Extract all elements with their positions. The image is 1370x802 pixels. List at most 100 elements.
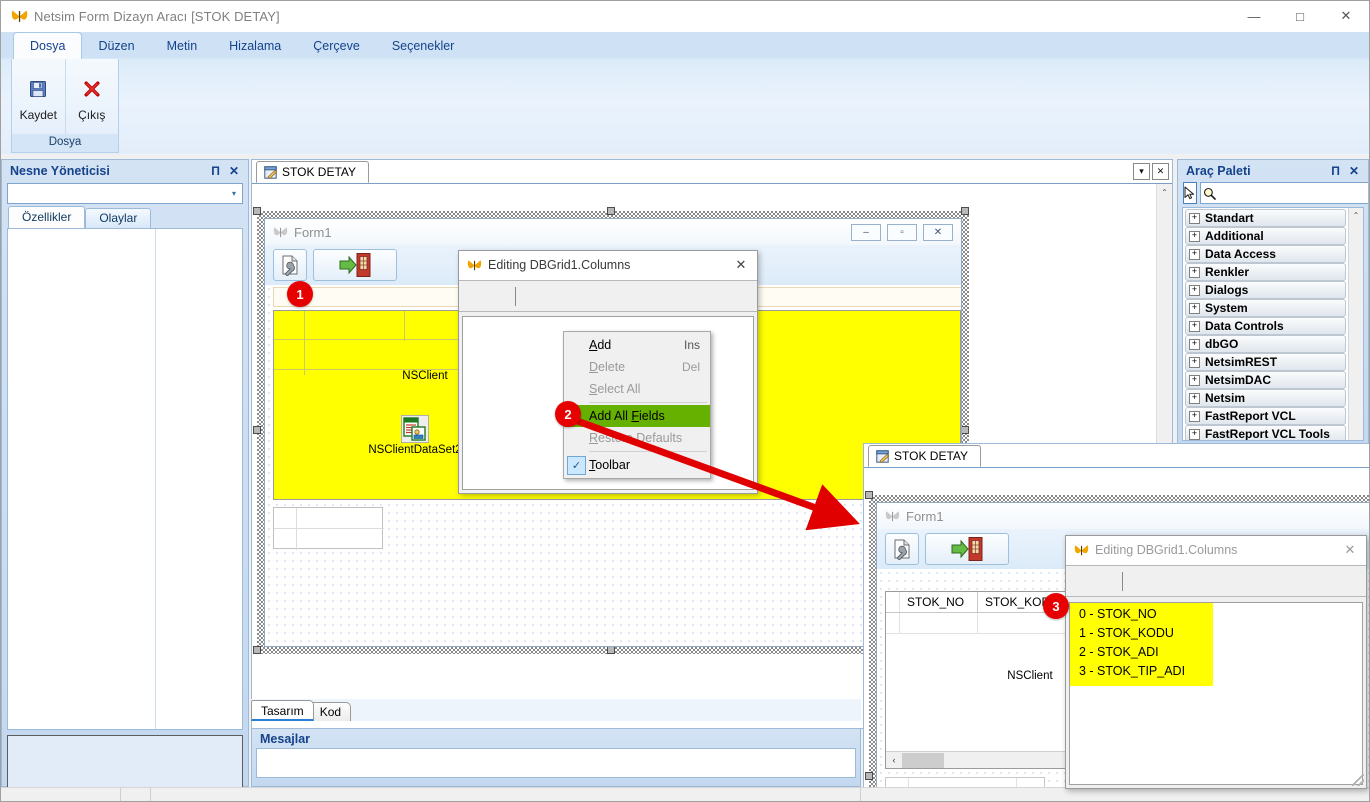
ribbon-tab-secenekler[interactable]: Seçenekler [376, 34, 471, 59]
list-item[interactable]: 1 - STOK_KODU [1070, 624, 1213, 643]
close-button[interactable]: ✕ [1323, 1, 1369, 32]
menu-item-add[interactable]: Add Ins [564, 334, 710, 356]
resize-handle-e[interactable] [961, 426, 969, 434]
object-selector-input[interactable] [8, 185, 226, 202]
close-icon[interactable]: ✕ [1334, 536, 1366, 565]
settings-page-button[interactable] [885, 533, 919, 565]
resize-handle-nw[interactable] [865, 491, 873, 499]
resize-handle-s[interactable] [607, 646, 615, 654]
pin-icon[interactable]: Π [211, 164, 220, 178]
tab-close-button[interactable]: ✕ [1152, 162, 1169, 180]
expand-plus-icon[interactable]: + [1189, 230, 1200, 242]
dbgrid-column-header[interactable]: STOK_NO [900, 592, 978, 612]
settings-page-button[interactable] [273, 249, 307, 281]
dialog1-toolbar[interactable] [459, 280, 757, 312]
menu-item-select-all[interactable]: Select All [564, 378, 710, 400]
expand-plus-icon[interactable]: + [1189, 320, 1200, 332]
scroll-up-icon[interactable]: ⌃ [1349, 208, 1363, 223]
palette-category-data-access[interactable]: + Data Access [1185, 245, 1346, 263]
menu-item-toolbar[interactable]: ✓ Toolbar [564, 454, 710, 476]
form-minimize-button[interactable]: – [851, 223, 881, 241]
expand-plus-icon[interactable]: + [1189, 284, 1200, 296]
component-nsclient-partial[interactable]: NSClient [390, 369, 460, 382]
object-inspector-grid[interactable] [7, 228, 243, 730]
chevron-down-icon[interactable]: ▾ [226, 189, 242, 198]
columns-context-menu[interactable]: Add Ins Delete Del Select All Add All Fi… [563, 331, 711, 479]
resize-grip[interactable] [1352, 774, 1364, 786]
exit-door-button[interactable] [925, 533, 1009, 565]
messages-list[interactable] [256, 748, 856, 778]
arrow-cursor-icon[interactable] [1183, 182, 1197, 204]
palette-category-netsimdac[interactable]: + NetsimDAC [1185, 371, 1346, 389]
resize-handle-ne[interactable] [961, 207, 969, 215]
search-input[interactable] [1218, 185, 1368, 201]
menu-item-delete[interactable]: Delete Del [564, 356, 710, 378]
object-selector-combo[interactable]: ▾ [7, 183, 243, 204]
palette-category-dialogs[interactable]: + Dialogs [1185, 281, 1346, 299]
palette-category-renkler[interactable]: + Renkler [1185, 263, 1346, 281]
palette-category-netsim[interactable]: + Netsim [1185, 389, 1346, 407]
close-icon[interactable]: ✕ [725, 251, 757, 280]
designer-tab-stok-detay[interactable]: STOK DETAY [256, 161, 370, 183]
expand-plus-icon[interactable]: + [1189, 266, 1200, 278]
menu-item-add-all-fields[interactable]: Add All Fields [564, 405, 710, 427]
tab-list-dropdown-button[interactable]: ▾ [1133, 162, 1150, 180]
pin-icon[interactable]: Π [1331, 164, 1340, 178]
close-icon[interactable]: ✕ [1349, 164, 1359, 178]
resize-handle-w[interactable] [253, 426, 261, 434]
list-item[interactable]: 3 - STOK_TIP_ADI [1070, 662, 1213, 681]
secondary-component-nsclient[interactable]: NSClient [995, 669, 1065, 682]
expand-plus-icon[interactable]: + [1189, 302, 1200, 314]
palette-category-dbgo[interactable]: + dbGO [1185, 335, 1346, 353]
resize-handle-nw[interactable] [253, 207, 261, 215]
palette-category-data-controls[interactable]: + Data Controls [1185, 317, 1346, 335]
exit-door-button[interactable] [313, 249, 397, 281]
dbgrid-secondary[interactable] [273, 507, 384, 550]
ribbon-tab-dosya[interactable]: Dosya [13, 32, 83, 59]
dialog2-columns-list[interactable]: 0 - STOK_NO 1 - STOK_KODU 2 - STOK_ADI 3… [1069, 602, 1363, 785]
expand-plus-icon[interactable]: + [1189, 212, 1200, 224]
form-restore-button[interactable]: ▫ [887, 223, 917, 241]
resize-handle-w[interactable] [865, 772, 873, 780]
expand-plus-icon[interactable]: + [1189, 356, 1200, 368]
form-close-button[interactable]: ✕ [923, 223, 953, 241]
maximize-button[interactable]: □ [1277, 1, 1323, 32]
save-button[interactable]: Kaydet [12, 59, 65, 134]
ribbon-tab-metin[interactable]: Metin [151, 34, 214, 59]
palette-category-fastreport-vcl[interactable]: + FastReport VCL [1185, 407, 1346, 425]
palette-category-fastreport-vcl-tools[interactable]: + FastReport VCL Tools [1185, 425, 1346, 440]
tool-palette-scrollbar[interactable]: ⌃ [1348, 208, 1363, 440]
list-item[interactable]: 0 - STOK_NO [1070, 605, 1213, 624]
resize-handle-n[interactable] [607, 207, 615, 215]
close-icon[interactable]: ✕ [229, 164, 239, 178]
resize-handle-sw[interactable] [253, 646, 261, 654]
expand-plus-icon[interactable]: + [1189, 392, 1200, 404]
expand-plus-icon[interactable]: + [1189, 410, 1200, 422]
tab-tasarim[interactable]: Tasarım [251, 700, 314, 721]
minimize-button[interactable]: — [1231, 1, 1277, 32]
tab-olaylar[interactable]: Olaylar [85, 208, 152, 228]
list-item[interactable]: 2 - STOK_ADI [1070, 643, 1213, 662]
menu-item-restore-defaults[interactable]: Restore Defaults [564, 427, 710, 449]
expand-plus-icon[interactable]: + [1189, 428, 1200, 440]
editing-dbgrid-columns-dialog-2[interactable]: Editing DBGrid1.Columns ✕ 0 - STOK_NO 1 … [1065, 535, 1367, 789]
ribbon-tab-hizalama[interactable]: Hizalama [213, 34, 297, 59]
secondary-tab-stok-detay[interactable]: STOK DETAY [868, 445, 982, 467]
dialog2-toolbar[interactable] [1066, 565, 1366, 597]
palette-category-additional[interactable]: + Additional [1185, 227, 1346, 245]
palette-category-standart[interactable]: + Standart [1185, 209, 1346, 227]
expand-plus-icon[interactable]: + [1189, 248, 1200, 260]
expand-plus-icon[interactable]: + [1189, 338, 1200, 350]
exit-button[interactable]: Çıkış [64, 59, 119, 134]
tool-palette-search-field[interactable] [1200, 182, 1368, 204]
tool-palette-list[interactable]: + Standart + Additional + Data Access + … [1182, 207, 1364, 441]
scroll-thumb[interactable] [902, 752, 944, 768]
tab-ozellikler[interactable]: Özellikler [8, 206, 86, 228]
palette-category-system[interactable]: + System [1185, 299, 1346, 317]
palette-category-netsimrest[interactable]: + NetsimREST [1185, 353, 1346, 371]
ribbon-tab-cerceve[interactable]: Çerçeve [297, 34, 376, 59]
tab-kod[interactable]: Kod [309, 702, 352, 721]
ribbon-tab-duzen[interactable]: Düzen [82, 34, 150, 59]
scroll-up-icon[interactable]: ⌃ [1157, 184, 1172, 200]
expand-plus-icon[interactable]: + [1189, 374, 1200, 386]
